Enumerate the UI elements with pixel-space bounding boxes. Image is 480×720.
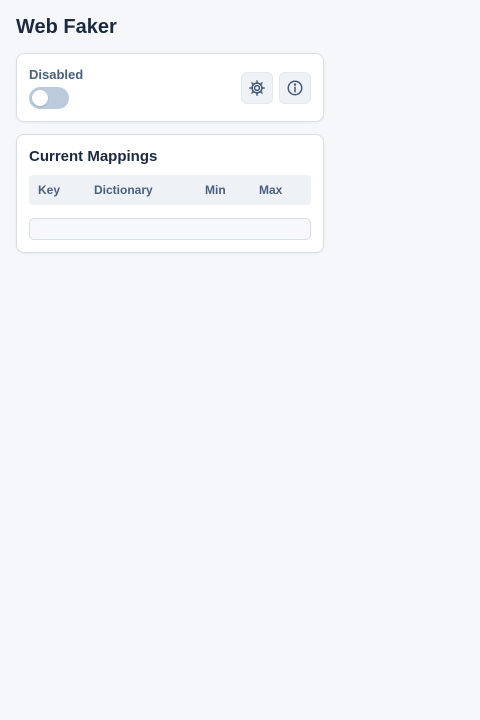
page-title: Web Faker — [16, 16, 117, 38]
gear-icon — [248, 79, 266, 97]
settings-button[interactable] — [241, 72, 273, 104]
status-card: Disabled — [16, 53, 324, 122]
mappings-table-header: Key Dictionary Min Max — [29, 175, 311, 205]
toggle-knob — [32, 90, 48, 106]
mappings-title: Current Mappings — [29, 148, 158, 165]
column-header-key: Key — [38, 183, 61, 197]
status-label: Disabled — [29, 67, 84, 82]
web-faker-app: Web Faker Disabled Current Mappings Key … — [16, 14, 324, 253]
enable-toggle[interactable] — [29, 87, 69, 109]
column-header-min: Min — [205, 183, 226, 197]
column-header-dictionary: Dictionary — [94, 183, 153, 197]
info-icon — [286, 79, 304, 97]
info-button[interactable] — [279, 72, 311, 104]
add-mapping-row[interactable] — [29, 218, 311, 240]
mappings-card: Current Mappings Key Dictionary Min Max — [16, 134, 324, 253]
column-header-max: Max — [259, 183, 283, 197]
